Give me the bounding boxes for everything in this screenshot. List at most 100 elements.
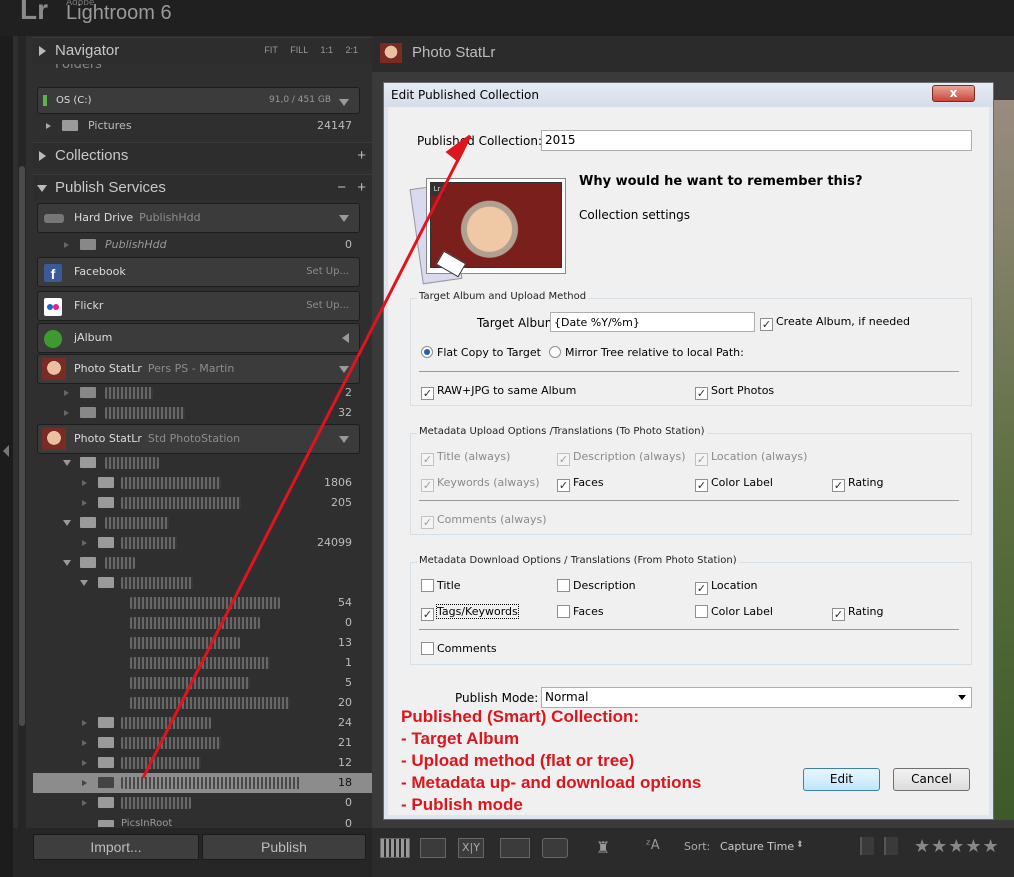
collection-row[interactable]: 13: [33, 633, 372, 653]
collection-publishhdd[interactable]: PublishHdd 0: [33, 235, 372, 255]
checkbox-checked-icon[interactable]: ✓: [760, 318, 773, 331]
rating-upload-checkbox[interactable]: ✓ Rating: [832, 476, 883, 492]
collection-row-selected[interactable]: 18: [33, 773, 372, 793]
service-jalbum[interactable]: jAlbum: [37, 323, 360, 353]
collections-section[interactable]: Collections +: [33, 142, 372, 168]
collection-set-row[interactable]: [33, 513, 372, 533]
import-button[interactable]: Import...: [33, 834, 199, 860]
tags-keywords-checkbox[interactable]: ✓ Tags/Keywords: [421, 604, 519, 621]
service-photo-statlr-std[interactable]: Photo StatLr Std PhotoStation: [37, 424, 360, 454]
collection-row[interactable]: 24: [33, 713, 372, 733]
collection-row[interactable]: 1806: [33, 473, 372, 493]
collapse-icon[interactable]: [63, 460, 71, 466]
folders-section-partial[interactable]: Folders: [55, 64, 102, 74]
checkbox-unchecked-icon[interactable]: [557, 579, 570, 592]
radio-selected-icon[interactable]: [421, 346, 433, 358]
cancel-button[interactable]: Cancel: [893, 768, 970, 791]
collection-row[interactable]: 205: [33, 493, 372, 513]
checkbox-checked-icon[interactable]: ✓: [421, 608, 434, 621]
create-album-checkbox[interactable]: ✓ Create Album, if needed: [760, 315, 910, 331]
folder-pictures[interactable]: Pictures 24147: [33, 116, 372, 136]
checkbox-unchecked-icon[interactable]: [421, 579, 434, 592]
setup-link[interactable]: Set Up...: [306, 292, 349, 320]
collection-row[interactable]: 5: [33, 673, 372, 693]
radio-unselected-icon[interactable]: [549, 346, 561, 358]
collection-row[interactable]: 0: [33, 793, 372, 813]
collection-row[interactable]: 0: [33, 613, 372, 633]
collection-row[interactable]: 2: [33, 383, 372, 403]
checkbox-checked-icon[interactable]: ✓: [695, 479, 708, 492]
sort-photos-checkbox[interactable]: ✓ Sort Photos: [695, 384, 774, 400]
collection-row[interactable]: 12: [33, 753, 372, 773]
close-icon[interactable]: x: [932, 85, 975, 102]
collapse-left-icon[interactable]: [3, 445, 9, 457]
collection-set-row[interactable]: [33, 573, 372, 593]
dialog-title-bar[interactable]: Edit Published Collection x: [384, 83, 993, 107]
grid-view-icon[interactable]: [380, 838, 410, 858]
collection-row[interactable]: 54: [33, 593, 372, 613]
expand-icon[interactable]: [46, 123, 51, 129]
dropdown-icon[interactable]: [339, 99, 349, 106]
dropdown-icon[interactable]: [339, 436, 349, 443]
service-flickr[interactable]: Flickr Set Up...: [37, 291, 360, 321]
collapse-icon[interactable]: [80, 580, 88, 586]
checkbox-unchecked-icon[interactable]: [557, 605, 570, 618]
collection-row[interactable]: 20: [33, 693, 372, 713]
survey-view-icon[interactable]: [500, 838, 530, 858]
volume-os-c[interactable]: OS (C:) 91,0 / 451 GB: [37, 87, 360, 114]
add-service-icon[interactable]: +: [357, 175, 366, 200]
collection-row[interactable]: 1: [33, 653, 372, 673]
zoom-1-1[interactable]: 1:1: [320, 45, 333, 55]
people-view-icon[interactable]: [542, 838, 568, 858]
faces-upload-checkbox[interactable]: ✓ Faces: [557, 476, 604, 492]
mirror-tree-radio[interactable]: Mirror Tree relative to local Path:: [549, 346, 744, 359]
collapse-icon[interactable]: [63, 560, 71, 566]
service-facebook[interactable]: f Facebook Set Up...: [37, 257, 360, 287]
comments-download-checkbox[interactable]: Comments: [421, 642, 497, 655]
navigator-section[interactable]: Navigator FIT FILL 1:1 2:1: [33, 37, 372, 63]
zoom-2-1[interactable]: 2:1: [345, 45, 358, 55]
flag-icon[interactable]: [860, 837, 874, 855]
remove-service-icon[interactable]: −: [337, 175, 346, 200]
navigator-zoom-tools[interactable]: FIT FILL 1:1 2:1: [264, 38, 358, 63]
zoom-fit[interactable]: FIT: [264, 45, 277, 55]
published-collection-input[interactable]: 2015: [541, 130, 972, 151]
checkbox-checked-icon[interactable]: ✓: [557, 479, 570, 492]
sort-chevron-icon[interactable]: ⬍: [796, 840, 804, 850]
collection-row[interactable]: 21: [33, 733, 372, 753]
reject-flag-icon[interactable]: [884, 837, 898, 855]
collection-row[interactable]: PicsInRoot 0: [33, 813, 372, 827]
sort-select[interactable]: Capture Time: [720, 840, 794, 853]
dropdown-icon[interactable]: [339, 215, 349, 222]
checkbox-checked-icon[interactable]: ✓: [421, 387, 434, 400]
dropdown-icon[interactable]: [339, 366, 349, 373]
compare-view-icon[interactable]: X|Y: [458, 838, 484, 858]
description-download-checkbox[interactable]: Description: [557, 579, 636, 592]
collection-row[interactable]: 32: [33, 403, 372, 423]
title-download-checkbox[interactable]: Title: [421, 579, 461, 592]
target-album-input[interactable]: {Date %Y/%m}: [550, 312, 755, 332]
rating-download-checkbox[interactable]: ✓ Rating: [832, 605, 883, 621]
collection-set-row[interactable]: [33, 453, 372, 473]
service-photo-statlr-pers[interactable]: Photo StatLr Pers PS - Martin: [37, 354, 360, 384]
sort-direction-icon[interactable]: ᶻA: [646, 838, 672, 858]
checkbox-checked-icon[interactable]: ✓: [695, 387, 708, 400]
checkbox-checked-icon[interactable]: ✓: [832, 608, 845, 621]
left-panel-scroll-thumb[interactable]: [19, 166, 25, 726]
faces-download-checkbox[interactable]: Faces: [557, 605, 604, 618]
zoom-fill[interactable]: FILL: [290, 45, 308, 55]
flat-copy-radio[interactable]: Flat Copy to Target: [421, 346, 541, 359]
checkbox-unchecked-icon[interactable]: [421, 642, 434, 655]
service-hard-drive[interactable]: Hard Drive PublishHdd: [37, 203, 360, 233]
chevron-down-icon[interactable]: [958, 695, 966, 700]
edit-button[interactable]: Edit: [803, 768, 880, 791]
color-label-upload-checkbox[interactable]: ✓ Color Label: [695, 476, 773, 492]
checkbox-checked-icon[interactable]: ✓: [832, 479, 845, 492]
publish-button[interactable]: Publish: [202, 834, 366, 860]
collection-set-row[interactable]: [33, 553, 372, 573]
collapse-icon[interactable]: [63, 520, 71, 526]
raw-jpg-checkbox[interactable]: ✓ RAW+JPG to same Album: [421, 384, 576, 400]
checkbox-checked-icon[interactable]: ✓: [695, 582, 708, 595]
publish-mode-select[interactable]: Normal: [541, 687, 972, 708]
publish-services-section[interactable]: Publish Services − +: [33, 174, 372, 200]
